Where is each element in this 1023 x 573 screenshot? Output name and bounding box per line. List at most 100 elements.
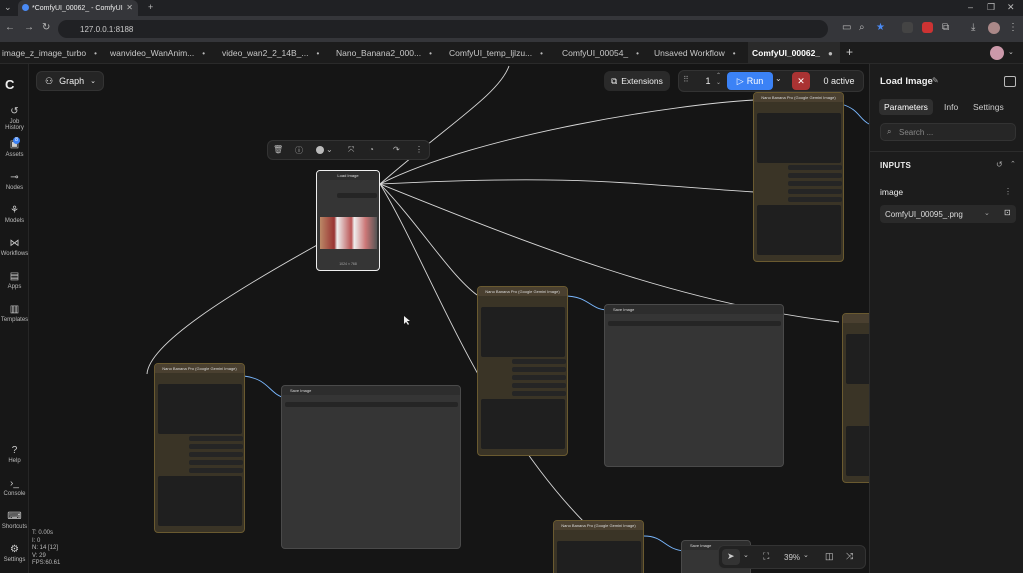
chevron-down-icon[interactable]: ⌄ [743, 551, 749, 559]
sidebar-item-nodes[interactable]: ⊸ Nodes [0, 172, 29, 191]
sidebar-item-settings[interactable]: ⚙ Settings [0, 544, 29, 563]
sidebar-item-job-history[interactable]: ↺ Job History [0, 106, 29, 131]
comfy-logo-icon[interactable]: C [5, 77, 14, 92]
profile-avatar[interactable] [988, 22, 1000, 34]
workflow-tab[interactable]: wanvideo_WanAnim... • [108, 42, 216, 64]
fit-view-icon[interactable]: ⛶ [763, 551, 769, 562]
color-picker-icon[interactable] [316, 146, 324, 154]
mask-icon[interactable]: ◔ [369, 145, 374, 154]
stepper-arrows-icon[interactable]: ⌃ ⌄ [716, 73, 721, 87]
sidebar-item-models[interactable]: ⚘ Models [0, 205, 29, 224]
reload-icon[interactable]: ↻ [42, 22, 50, 33]
graph-canvas[interactable]: Load Image 1024 × 768 Nano Banana Pro (G… [29, 64, 869, 573]
resolution-combo[interactable] [189, 460, 243, 465]
workflow-tab[interactable]: ComfyUI_temp_ljlzu... • [447, 42, 557, 64]
chevron-down-icon[interactable]: ⌄ [326, 145, 333, 154]
aspect-ratio-combo[interactable] [189, 452, 243, 457]
seed-field[interactable] [189, 444, 243, 449]
edit-pencil-icon[interactable]: ✎ [932, 76, 939, 85]
new-tab-icon[interactable]: + [148, 2, 153, 12]
prompt-textarea[interactable] [158, 384, 242, 434]
aspect-ratio-combo[interactable] [788, 181, 842, 186]
system-prompt-textarea[interactable] [158, 476, 242, 526]
system-prompt-textarea[interactable] [481, 399, 565, 449]
system-prompt-textarea[interactable] [757, 205, 841, 255]
more-options-icon[interactable]: ⋮ [415, 145, 423, 154]
resolution-combo[interactable] [512, 383, 566, 388]
redirect-icon[interactable]: ↷ [393, 145, 400, 154]
info-icon[interactable]: ⓘ [295, 145, 303, 156]
gemini-node[interactable] [842, 313, 869, 483]
maximize-icon[interactable]: ❐ [987, 2, 995, 13]
inputs-section-header[interactable]: INPUTS [880, 161, 911, 170]
puzzle-icon[interactable]: ⧉ [942, 22, 949, 33]
adblock-icon[interactable] [922, 22, 933, 33]
sidebar-item-workflows[interactable]: ⋈ Workflows [0, 238, 29, 257]
minimize-icon[interactable]: – [968, 2, 973, 12]
extension-icon[interactable] [902, 22, 913, 33]
user-avatar[interactable] [990, 46, 1004, 60]
url-input[interactable]: 127.0.0.1:8188 [58, 20, 828, 38]
model-combo[interactable] [512, 359, 566, 364]
save-image-node[interactable]: Save Image [281, 385, 461, 549]
close-window-icon[interactable]: ✕ [1007, 2, 1015, 13]
sidebar-item-apps[interactable]: ▤ Apps [0, 271, 29, 290]
workflow-tab[interactable]: video_wan2_2_14B_... • [220, 42, 330, 64]
seed-field[interactable] [512, 367, 566, 372]
active-jobs-count[interactable]: 0 active [816, 74, 862, 88]
workflow-tab[interactable]: Unsaved Workflow • [652, 42, 745, 64]
image-select[interactable]: ComfyUI_00095_.png ⌄ ⊡ [880, 205, 1016, 223]
cast-icon[interactable]: ▭ [842, 22, 851, 33]
link-visibility-icon[interactable]: ⤨ [846, 551, 853, 562]
delete-icon[interactable]: 🗑 [273, 145, 283, 154]
tab-info[interactable]: Info [939, 99, 963, 115]
reset-icon[interactable]: ↺ [996, 160, 1003, 169]
run-button[interactable]: ▷ Run [727, 72, 773, 90]
aspect-ratio-combo[interactable] [512, 375, 566, 380]
zoom-icon[interactable]: ⌕ [859, 22, 865, 33]
sidebar-item-shortcuts[interactable]: ⌨ Shortcuts [0, 511, 29, 530]
cancel-run-button[interactable]: ✕ [792, 72, 810, 90]
gemini-node[interactable]: Nano Banana Pro (Google Gemini Image) [477, 286, 568, 456]
chevron-down-icon[interactable]: ⌄ [803, 551, 809, 559]
system-prompt-textarea[interactable] [846, 426, 869, 476]
minimap-icon[interactable]: ◫ [825, 551, 834, 562]
save-image-node[interactable]: Save Image [604, 304, 784, 467]
more-options-icon[interactable]: ⋮ [1004, 187, 1012, 196]
gemini-node[interactable]: Nano Banana Pro (Google Gemini Image) [753, 92, 844, 262]
zoom-level[interactable]: 39% [784, 553, 800, 562]
sidebar-item-templates[interactable]: ▥ Templates [0, 304, 29, 323]
browser-menu-icon[interactable]: ⋮ [1008, 22, 1018, 33]
gemini-node[interactable]: Nano Banana Pro (Google Gemini Image) [154, 363, 245, 533]
tab-search-icon[interactable]: ⌄ [4, 2, 12, 13]
load-image-node[interactable]: Load Image 1024 × 768 [316, 170, 380, 271]
graph-breadcrumb-button[interactable]: ⚇ Graph ⌄ [36, 71, 104, 91]
model-combo[interactable] [788, 165, 842, 170]
prompt-textarea[interactable] [557, 541, 641, 573]
resolution-combo[interactable] [788, 189, 842, 194]
drag-handle-icon[interactable]: ⠿ [683, 75, 689, 84]
new-workflow-icon[interactable]: + [846, 45, 853, 59]
browser-tab[interactable]: *ComfyUI_00062_ - ComfyUI ✕ [18, 0, 138, 16]
filename-prefix-field[interactable] [608, 321, 781, 326]
user-menu-chevron-icon[interactable]: ⌄ [1008, 48, 1014, 56]
prompt-textarea[interactable] [481, 307, 565, 357]
gemini-node[interactable]: Nano Banana Pro (Google Gemini Image) [553, 520, 644, 573]
sidebar-item-help[interactable]: ? Help [0, 445, 29, 464]
download-icon[interactable]: ⤓ [971, 22, 975, 33]
prompt-textarea[interactable] [846, 334, 869, 384]
workflow-tab[interactable]: ComfyUI_00054_ • [560, 42, 648, 64]
panel-search-input[interactable]: ⌕ Search ... [880, 123, 1016, 141]
sidebar-item-console[interactable]: ›_ Console [0, 478, 29, 497]
workflow-tab[interactable]: image_z_image_turbo • [0, 42, 104, 64]
bypass-icon[interactable]: ⤧ [348, 145, 354, 155]
extensions-button[interactable]: ⧉ Extensions [604, 71, 670, 91]
back-icon[interactable]: ← [5, 22, 15, 33]
chevron-up-icon[interactable]: ⌃ [1010, 160, 1016, 168]
tab-settings[interactable]: Settings [968, 99, 1009, 115]
toggle-panel-icon[interactable] [1004, 76, 1016, 87]
workflow-tab-active[interactable]: ComfyUI_00062_ ● [748, 42, 840, 64]
workflow-tab[interactable]: Nano_Banana2_000... • [334, 42, 444, 64]
tab-parameters[interactable]: Parameters [879, 99, 933, 115]
filename-prefix-field[interactable] [285, 402, 458, 407]
